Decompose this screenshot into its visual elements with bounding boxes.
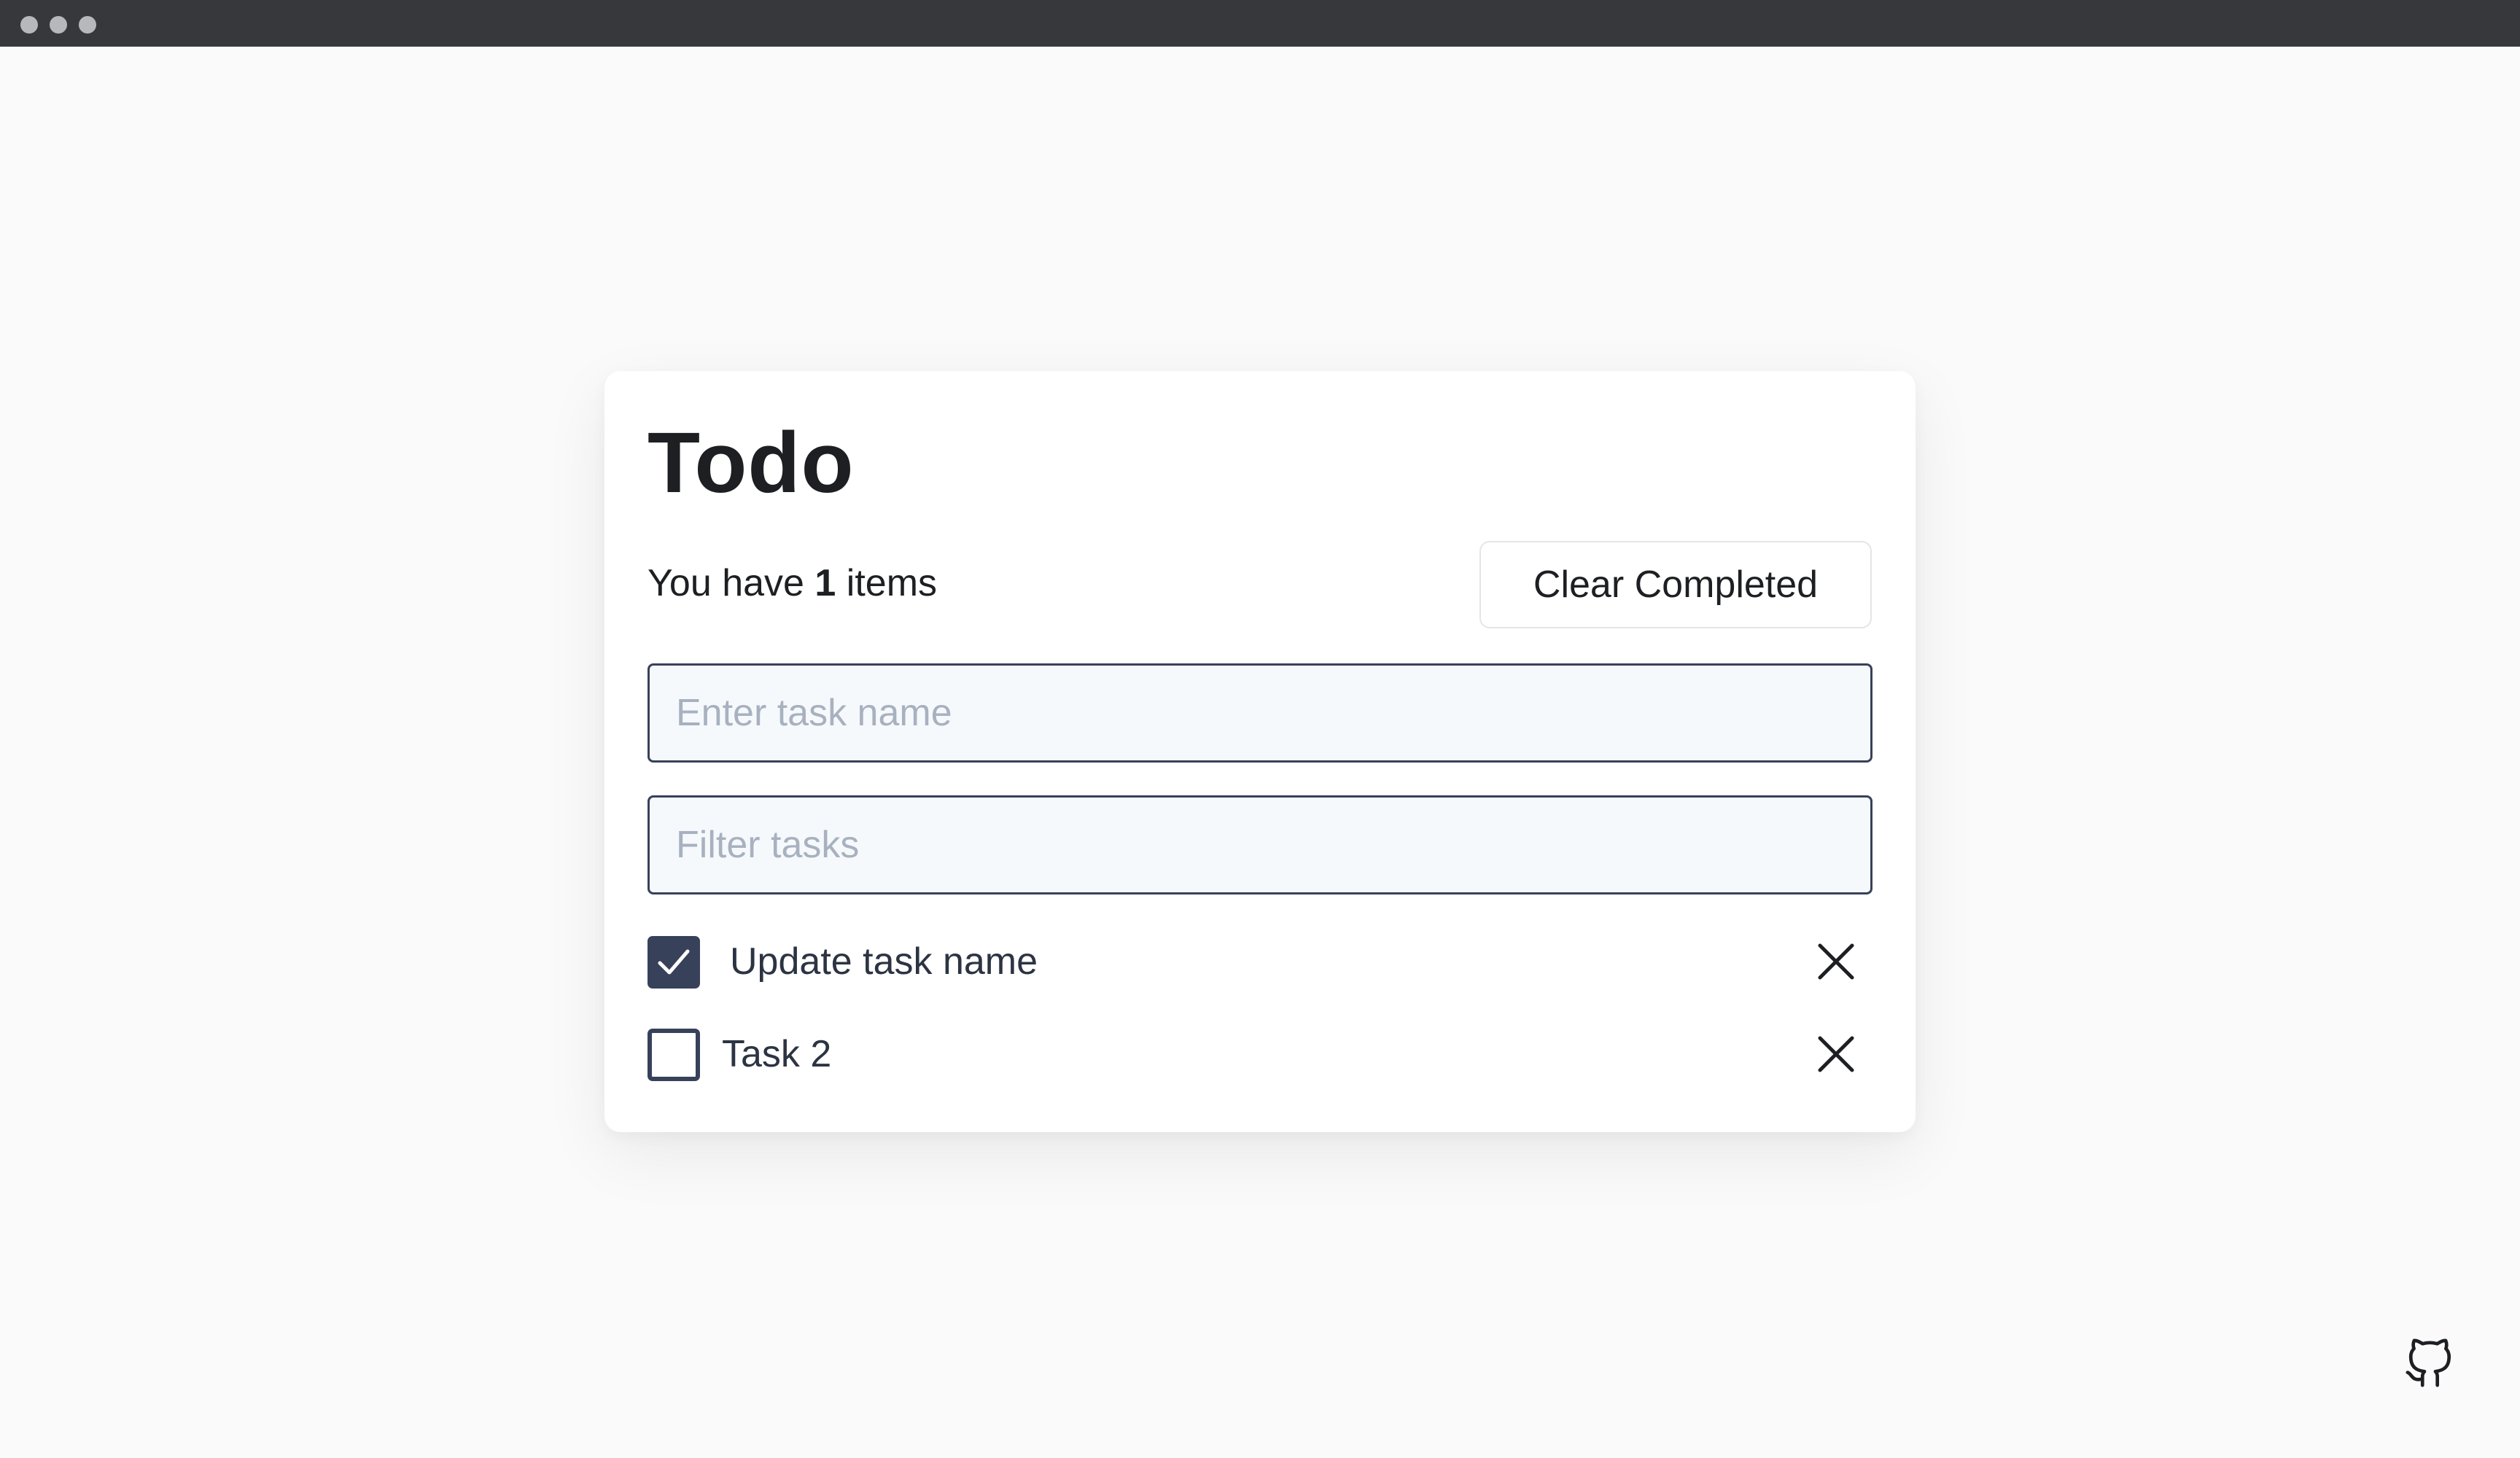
filter-tasks-input[interactable] bbox=[648, 795, 1872, 894]
task-name-input[interactable] bbox=[648, 663, 1872, 763]
task-label: Task 2 bbox=[722, 1033, 832, 1075]
task-checkbox[interactable] bbox=[648, 1029, 700, 1081]
window-control-minimize[interactable] bbox=[50, 16, 67, 34]
window-control-close[interactable] bbox=[20, 16, 38, 34]
task-label: Update task name bbox=[730, 940, 1038, 983]
item-count-suffix: items bbox=[846, 562, 938, 604]
item-count-value: 1 bbox=[814, 562, 836, 604]
task-item: Task 2 bbox=[648, 1026, 1872, 1082]
page-title: Todo bbox=[648, 415, 855, 511]
task-checkbox[interactable] bbox=[648, 936, 700, 989]
window-titlebar bbox=[0, 0, 2520, 47]
task-item: Update task name bbox=[648, 934, 1872, 989]
github-icon[interactable] bbox=[2403, 1338, 2454, 1389]
item-count-text: You have 1 items bbox=[648, 558, 937, 609]
check-icon bbox=[658, 949, 690, 975]
clear-completed-button[interactable]: Clear Completed bbox=[1479, 541, 1872, 628]
close-icon[interactable] bbox=[1817, 943, 1855, 981]
close-icon[interactable] bbox=[1817, 1035, 1855, 1073]
item-count-prefix: You have bbox=[648, 562, 804, 604]
window-control-maximize[interactable] bbox=[79, 16, 96, 34]
